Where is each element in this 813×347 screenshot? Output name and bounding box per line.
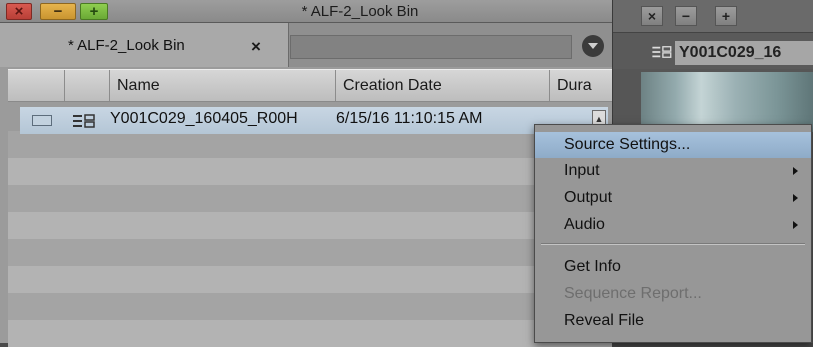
table-row xyxy=(8,185,612,212)
master-clip-icon xyxy=(652,46,672,58)
tab-strip-empty xyxy=(290,35,572,59)
bin-rows xyxy=(8,104,612,347)
table-row xyxy=(8,131,612,158)
column-header-name[interactable]: Name xyxy=(110,70,336,101)
monitor-close-button[interactable]: × xyxy=(641,6,663,26)
menu-item-label: Sequence Report... xyxy=(564,285,702,302)
submenu-arrow-icon xyxy=(793,167,798,175)
monitor-minimize-button[interactable]: − xyxy=(675,6,697,26)
clip-thumbnail-box xyxy=(32,115,52,126)
bin-window: × − + * ALF-2_Look Bin * ALF-2_Look Bin … xyxy=(0,0,613,347)
master-clip-icon xyxy=(73,114,95,128)
menu-item-sequence-report: Sequence Report... xyxy=(535,281,811,307)
table-row xyxy=(8,293,612,320)
column-header-icon[interactable] xyxy=(65,70,110,101)
close-window-button[interactable]: × xyxy=(6,3,32,20)
maximize-window-button[interactable]: + xyxy=(80,3,108,20)
menu-item-label: Reveal File xyxy=(564,312,645,329)
column-header-select[interactable] xyxy=(8,70,65,101)
menu-item-source-settings[interactable]: Source Settings... xyxy=(535,132,811,158)
context-menu: Source Settings... Input Output Audio Ge… xyxy=(534,124,812,343)
menu-item-output[interactable]: Output xyxy=(535,185,811,211)
menu-item-label: Get Info xyxy=(564,258,621,275)
table-row xyxy=(8,266,612,293)
window-title: * ALF-2_Look Bin xyxy=(301,3,419,20)
table-row xyxy=(8,158,612,185)
monitor-clip-row: Y001C029_16 xyxy=(613,33,813,69)
monitor-title-bar: × − + xyxy=(613,0,813,33)
tab-close-button[interactable]: × xyxy=(251,38,261,55)
menu-item-input[interactable]: Input xyxy=(535,158,811,184)
monitor-video-frame xyxy=(641,72,813,132)
menu-item-audio[interactable]: Audio xyxy=(535,212,811,238)
table-row xyxy=(8,239,612,266)
menu-item-get-info[interactable]: Get Info xyxy=(535,254,811,280)
submenu-arrow-icon xyxy=(793,194,798,202)
clip-creation-date: 6/15/16 11:10:15 AM xyxy=(336,110,483,127)
menu-item-reveal-file[interactable]: Reveal File xyxy=(535,308,811,334)
menu-item-label: Input xyxy=(564,162,600,179)
table-row xyxy=(8,212,612,239)
clip-name: Y001C029_160405_R00H xyxy=(110,110,298,127)
monitor-maximize-button[interactable]: + xyxy=(715,6,737,26)
column-header-creation-date[interactable]: Creation Date xyxy=(336,70,550,101)
column-header-duration[interactable]: Dura xyxy=(550,70,612,101)
clip-row-selected[interactable]: Y001C029_160405_R00H 6/15/16 11:10:15 AM xyxy=(20,107,608,134)
submenu-arrow-icon xyxy=(793,221,798,229)
tab-label: * ALF-2_Look Bin xyxy=(68,37,185,54)
minimize-window-button[interactable]: − xyxy=(40,3,76,20)
tab-bar: * ALF-2_Look Bin × xyxy=(0,23,612,67)
column-header-row: Name Creation Date Dura xyxy=(8,69,612,102)
menu-separator xyxy=(541,243,805,245)
menu-item-label: Output xyxy=(564,189,613,206)
tab-alf-2-look-bin[interactable]: * ALF-2_Look Bin × xyxy=(0,23,289,67)
title-bar[interactable]: × − + * ALF-2_Look Bin xyxy=(0,0,612,23)
menu-item-label: Source Settings... xyxy=(564,136,691,153)
monitor-clip-name[interactable]: Y001C029_16 xyxy=(675,41,813,65)
fast-menu-button[interactable] xyxy=(582,35,604,57)
menu-item-label: Audio xyxy=(564,216,605,233)
